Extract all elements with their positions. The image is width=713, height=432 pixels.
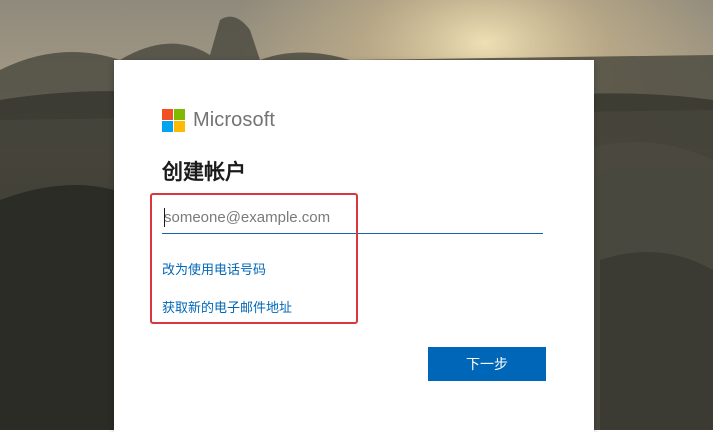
logo-square-green [174,108,185,120]
page-title: 创建帐户 [162,160,246,184]
text-cursor [164,208,165,227]
get-new-email-link[interactable]: 获取新的电子邮件地址 [162,297,292,316]
logo-square-red [162,108,173,120]
next-button[interactable]: 下一步 [428,347,546,381]
logo-square-blue [162,120,173,132]
logo-square-yellow [174,120,185,132]
microsoft-logo: Microsoft [162,108,275,132]
create-account-dialog: Microsoft 创建帐户 改为使用电话号码 获取新的电子邮件地址 下一步 [114,60,594,432]
use-phone-number-link[interactable]: 改为使用电话号码 [162,259,266,278]
email-field[interactable] [162,202,543,234]
brand-name: Microsoft [193,108,276,131]
windows-logo-icon [162,108,185,132]
